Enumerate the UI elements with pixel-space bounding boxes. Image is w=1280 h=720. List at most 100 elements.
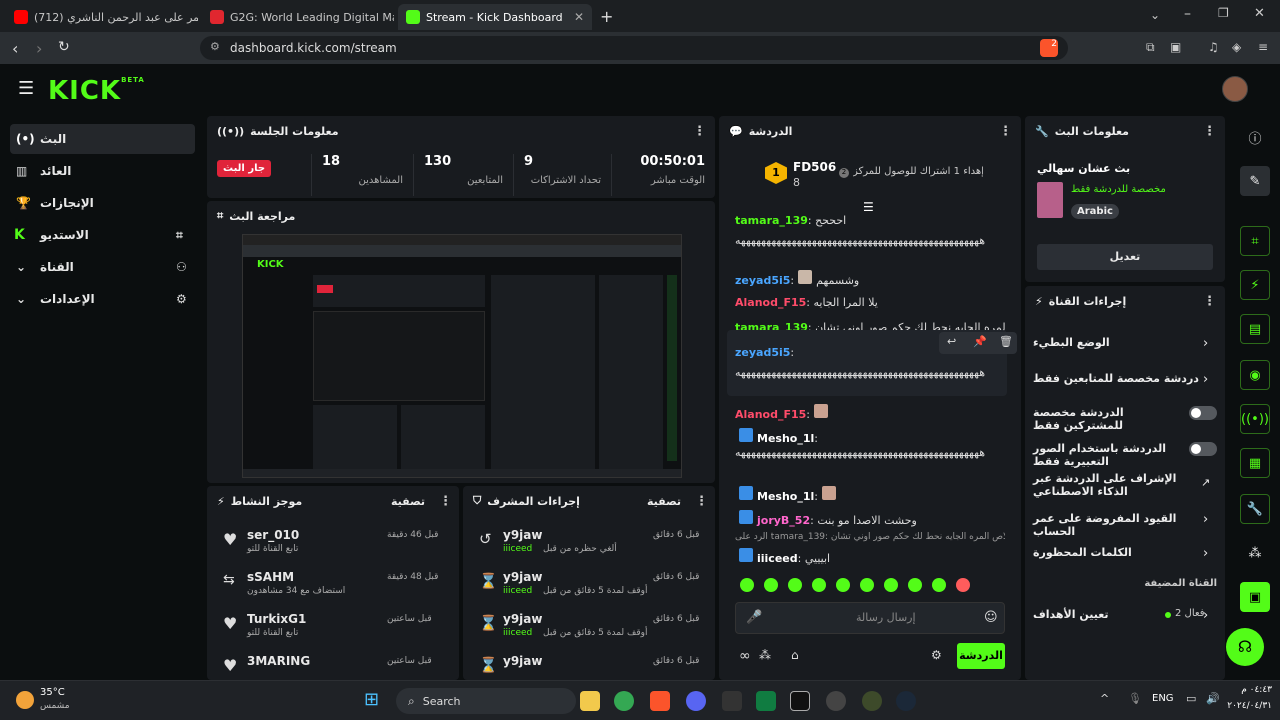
stream-category[interactable]: مخصصة للدردشة فقط [1071,184,1166,195]
activity-user[interactable]: 3MARING [247,654,310,668]
emote-button[interactable] [812,578,826,592]
sidebar-item-stream[interactable]: (•) البث [10,124,195,154]
tab-search-icon[interactable]: ⌄ [1150,8,1160,22]
top-supporter-name[interactable]: FD506 [793,160,836,174]
channel-row-followers-only[interactable]: دردشة مخصصة للمتابعين فقط › [1033,372,1217,392]
mod-user[interactable]: y9jaw [503,528,542,542]
mod-user[interactable]: y9jaw [503,654,542,668]
mod-by[interactable]: iiiceed [503,544,532,554]
excel-icon[interactable] [756,691,776,711]
extensions-icon[interactable]: ⧉ [1146,40,1155,55]
chevron-up-icon[interactable]: ^ [1100,692,1109,705]
vpn-icon[interactable]: ◈ [1232,40,1241,54]
kick-logo[interactable]: KICKBETA [48,76,145,106]
chat-input[interactable]: 🎤 إرسال رسالة ☺ [735,602,1005,634]
avatar[interactable] [1222,76,1248,102]
chat-username[interactable]: iiiceed [757,552,798,565]
emote-button[interactable] [740,578,754,592]
site-settings-icon[interactable]: ⚙ [210,40,220,53]
obs-icon[interactable] [826,691,846,711]
chat-bubble-icon[interactable]: ◉ [1240,360,1270,390]
new-tab-plus-icon[interactable]: + [600,7,613,26]
more-options-icon[interactable]: ⋮ [439,494,452,509]
tab-kick-dashboard[interactable]: Stream - Kick Dashboard ✕ [398,4,592,30]
wallet-icon[interactable]: ▣ [1170,40,1181,54]
mod-user[interactable]: y9jaw [503,570,542,584]
channel-row-account-age[interactable]: القيود المفروضة على عمر الحساب › [1033,512,1217,538]
discord-icon[interactable] [686,691,706,711]
more-options-icon[interactable]: ⋮ [1203,294,1216,309]
more-options-icon[interactable]: ⋮ [693,124,706,139]
close-icon[interactable]: ✕ [574,10,584,24]
weather-sun-icon[interactable] [16,691,34,709]
back-arrow-icon[interactable]: ‹ [12,39,18,58]
maximize-icon[interactable]: ❐ [1218,6,1229,20]
chrome-icon[interactable] [614,691,634,711]
volume-icon[interactable]: 🔊 [1206,692,1220,705]
more-options-icon[interactable]: ⋮ [695,494,708,509]
sidebar-item-channel[interactable]: ⌄ القناة ⚇ [10,252,195,282]
activity-user[interactable]: ser_010 [247,528,299,542]
tab-g2g[interactable]: G2G: World Leading Digital Marketpl [202,4,394,30]
menu-icon[interactable]: ≡ [1258,40,1268,54]
emote-button[interactable] [788,578,802,592]
chat-username[interactable]: joryB_52 [757,514,810,527]
store-icon[interactable]: ⌂ [791,648,799,662]
chat-username[interactable]: zeyad5i5 [735,274,790,287]
gear-icon[interactable]: ⚙ [931,648,942,662]
hamburger-menu-icon[interactable]: ☰ [18,78,34,99]
file-explorer-icon[interactable] [580,691,600,711]
bolt-icon[interactable]: ⚡ [1240,270,1270,300]
mod-by[interactable]: iiiceed [503,586,532,596]
mic-icon[interactable]: 🎤 [746,610,762,625]
emote-only-toggle[interactable] [1189,442,1217,456]
mod-by[interactable]: iiiceed [503,628,532,638]
community-icon[interactable]: ⁂ [1240,538,1270,568]
edit-stream-button[interactable]: تعديل [1037,244,1213,270]
taskbar-search[interactable]: ⌕ Search [396,688,576,714]
capture-icon[interactable]: ⌗ [1240,226,1270,256]
send-chat-button[interactable]: الدردشة [957,643,1005,669]
steam-icon[interactable] [896,691,916,711]
channel-row-slow-mode[interactable]: الوضع البطيء › [1033,336,1217,356]
language-indicator[interactable]: ENG [1152,693,1174,704]
pencil-icon[interactable]: ✎ [1240,166,1270,196]
broadcast-icon[interactable]: ((•)) [1240,404,1270,434]
capcut-icon[interactable] [722,691,742,711]
support-headset-icon[interactable]: ☊ [1226,628,1264,666]
filter-button[interactable]: تصفية [647,495,681,508]
chat-username[interactable]: Alanod_F15 [735,408,806,421]
chat-username[interactable]: Alanod_F15 [735,296,806,309]
add-widget-icon[interactable]: ▣ [1240,582,1270,612]
epic-games-icon[interactable] [790,691,810,711]
chat-username[interactable]: Mesho_1l [757,432,814,445]
emote-button[interactable] [836,578,850,592]
app-icon[interactable] [862,691,882,711]
forward-arrow-icon[interactable]: › [36,39,42,58]
brave-shield-icon[interactable]: 2 [1040,39,1058,57]
mic-icon[interactable]: 🎙 [1128,692,1142,705]
reload-icon[interactable]: ↻ [58,39,70,55]
channel-row-ai-moderation[interactable]: الإشراف على الدردشة عبر الذكاء الاصطناعي… [1033,472,1217,502]
emote-button[interactable] [956,578,970,592]
chat-username[interactable]: zeyad5i5 [735,346,790,359]
wrench-icon[interactable]: 🔧 [1240,494,1270,524]
mod-user[interactable]: y9jaw [503,612,542,626]
dashboard-icon[interactable]: ▦ [1240,448,1270,478]
info-icon[interactable]: ⓘ [1240,122,1270,152]
tab-youtube[interactable]: (712) التمر على عبد الرحمن الناشري - [6,4,198,30]
filter-button[interactable]: تصفية [391,495,425,508]
pinned-collapse-icon[interactable]: ☰ [863,200,874,214]
emoji-icon[interactable]: ☺ [984,610,998,625]
channel-row-goals[interactable]: تعيين الأهداف فعال 2 › [1033,608,1217,628]
document-icon[interactable]: ▤ [1240,314,1270,344]
window-close-icon[interactable]: ✕ [1254,6,1265,21]
stream-preview-video[interactable]: KICK [242,234,682,478]
emote-button[interactable] [884,578,898,592]
sidebar-item-achievements[interactable]: 🏆 الإنجازات [10,188,195,218]
brave-icon[interactable] [650,691,670,711]
media-icon[interactable]: ♫ [1208,40,1219,54]
network-icon[interactable]: ▭ [1186,692,1196,705]
sidebar-item-revenue[interactable]: ▥ العائد [10,156,195,186]
more-options-icon[interactable]: ⋮ [1203,124,1216,139]
